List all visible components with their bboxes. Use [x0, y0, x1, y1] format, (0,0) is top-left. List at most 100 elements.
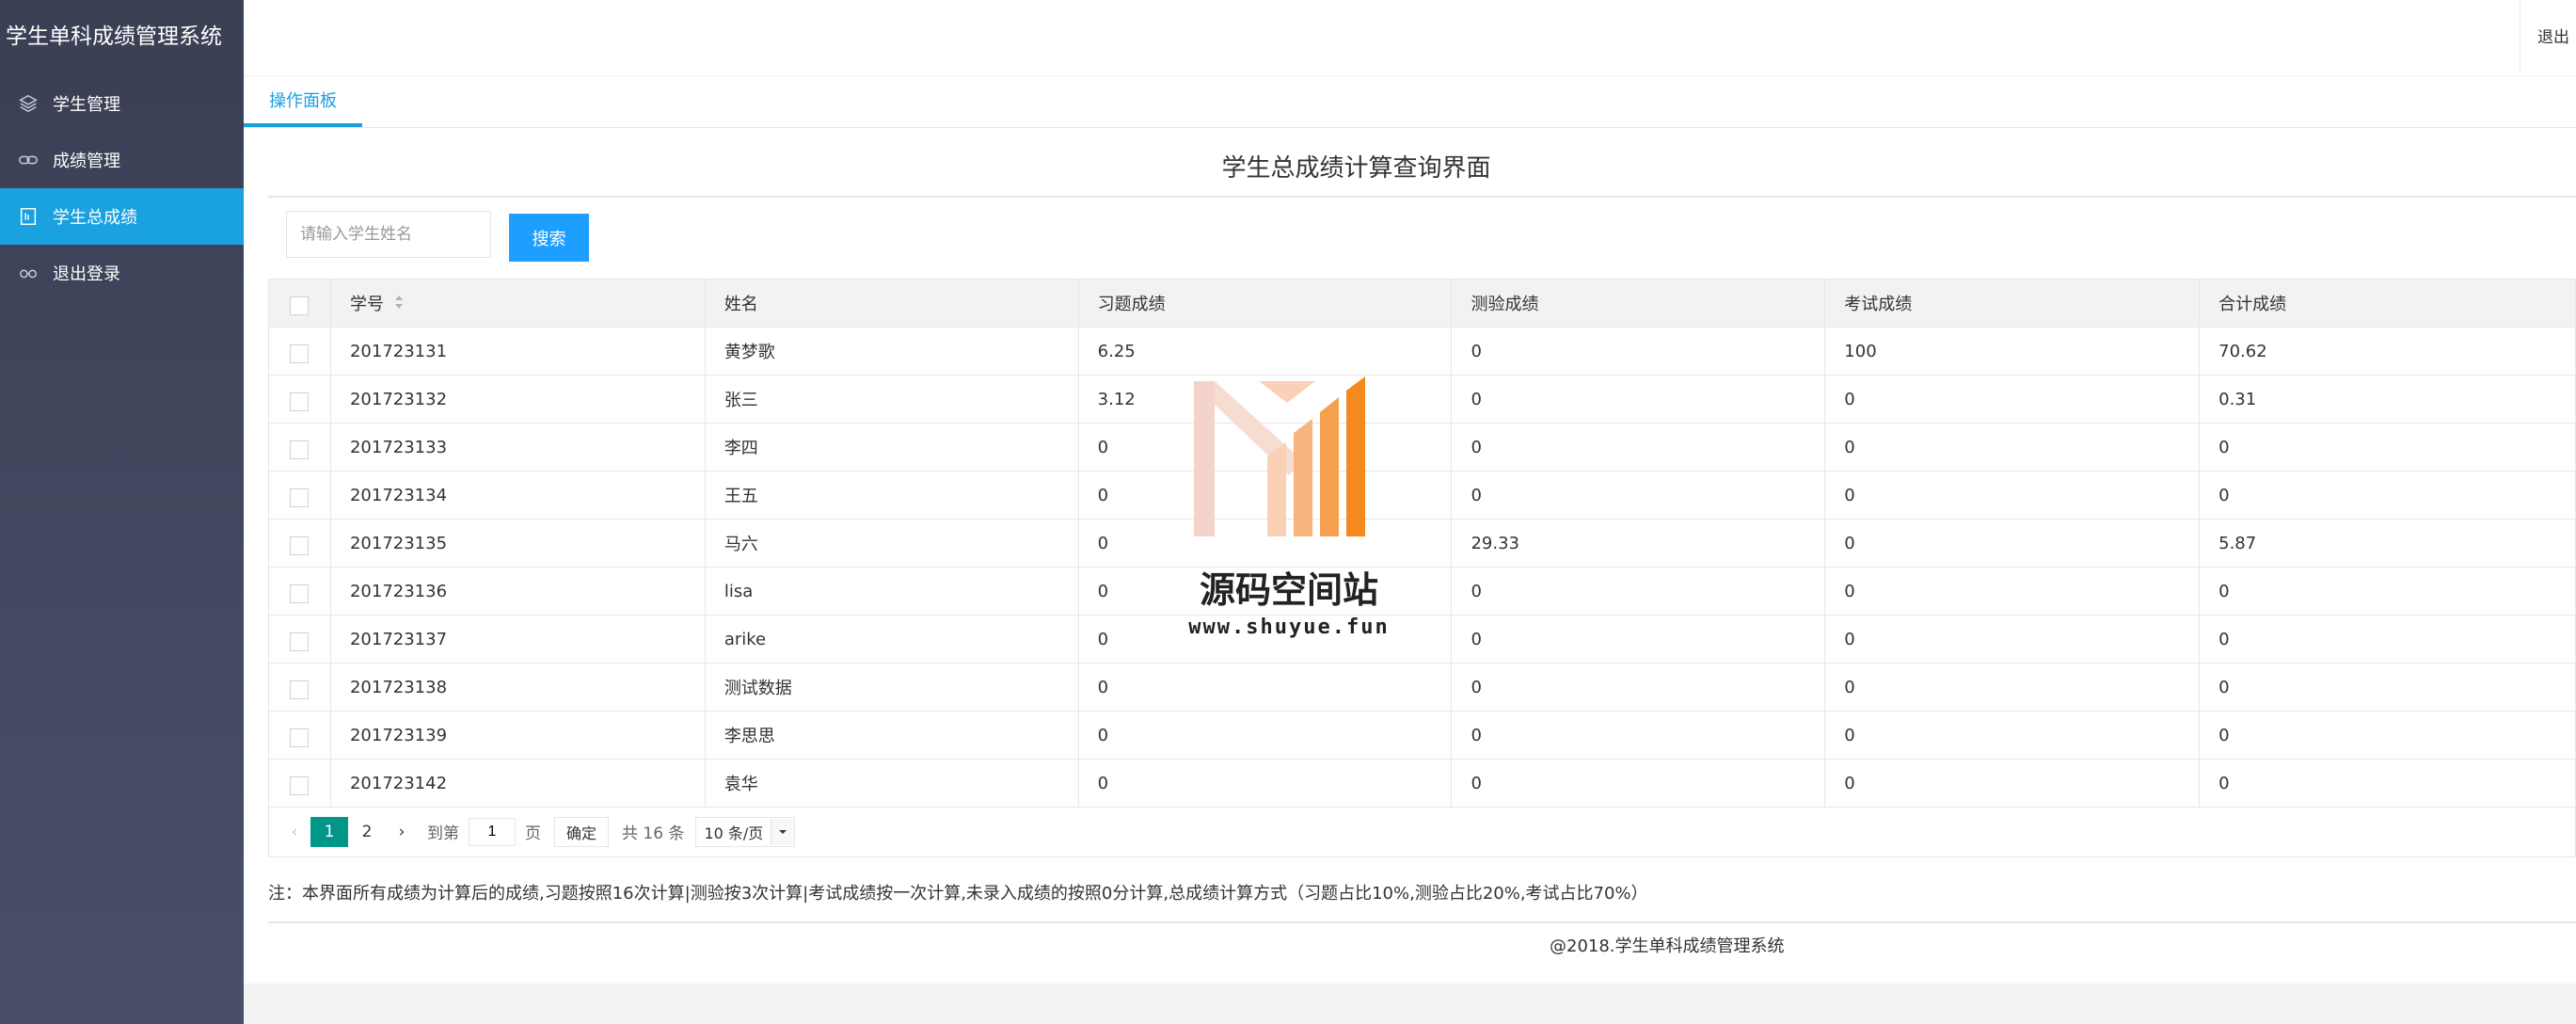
- sidebar-item-total-score[interactable]: 学生总成绩: [0, 188, 244, 245]
- cell-name: 李四: [704, 423, 1079, 472]
- cell-student-id: 201723134: [329, 471, 706, 520]
- cell-name: 测试数据: [704, 663, 1079, 712]
- table-row[interactable]: 201723132 张三 3.12 0 0 0.31: [268, 375, 2576, 424]
- row-checkbox[interactable]: [290, 728, 310, 747]
- column-header-quiz-score: 测验成绩: [1451, 279, 1826, 328]
- cell-name: 张三: [704, 375, 1079, 424]
- row-checkbox[interactable]: [290, 584, 310, 603]
- cell-exam-score: 0: [1824, 567, 2201, 616]
- cell-quiz-score: 0: [1451, 711, 1826, 760]
- cell-total-score: 0: [2199, 471, 2576, 520]
- row-checkbox[interactable]: [290, 536, 310, 555]
- tab-operation-panel[interactable]: 操作面板: [244, 76, 362, 127]
- sidebar-item-label: 学生管理: [53, 95, 120, 115]
- top-header: 退出: [244, 0, 2576, 76]
- sidebar-item-label: 学生总成绩: [53, 208, 137, 228]
- page-size-select[interactable]: 10 条/页: [695, 816, 796, 847]
- cell-quiz-score: 0: [1451, 423, 1826, 472]
- cell-student-id: 201723138: [329, 663, 706, 712]
- chevron-down-icon: [771, 818, 795, 845]
- page-2-button[interactable]: 2: [348, 817, 386, 847]
- cell-exam-score: 0: [1824, 663, 2201, 712]
- cell-total-score: 0: [2199, 423, 2576, 472]
- table-row[interactable]: 201723136 lisa 0 0 0 0: [268, 567, 2576, 616]
- goto-label: 到第: [427, 824, 459, 843]
- page-size-value: 10 条/页: [704, 824, 764, 842]
- row-checkbox[interactable]: [290, 680, 310, 699]
- cell-quiz-score: 0: [1451, 663, 1826, 712]
- next-page-button[interactable]: ›: [386, 823, 418, 841]
- row-select-cell: [268, 423, 331, 472]
- header-logout-link[interactable]: 退出: [2520, 0, 2576, 75]
- table-row[interactable]: 201723139 李思思 0 0 0 0: [268, 711, 2576, 760]
- cell-exercise-score: 0: [1077, 423, 1453, 472]
- search-button[interactable]: 搜索: [509, 214, 589, 262]
- sidebar-item-logout[interactable]: 退出登录: [0, 245, 244, 301]
- row-checkbox[interactable]: [290, 776, 310, 795]
- goto-confirm-button[interactable]: 确定: [554, 816, 610, 847]
- cell-student-id: 201723135: [329, 519, 706, 568]
- cell-exercise-score: 0: [1077, 471, 1453, 520]
- main-content: 学生总成绩计算查询界面 搜索 学号 姓名 习题成绩 测验成绩 考试成绩 合计成绩: [244, 128, 2576, 984]
- column-header-student-id[interactable]: 学号: [329, 279, 706, 328]
- sidebar-nav: 学生管理 成绩管理 学生总成绩 退出登录: [0, 75, 244, 301]
- row-checkbox[interactable]: [290, 440, 310, 459]
- cell-name: lisa: [704, 567, 1079, 616]
- cell-exam-score: 0: [1824, 615, 2201, 664]
- layers-icon: [17, 92, 40, 115]
- goto-page-input[interactable]: [469, 817, 516, 846]
- table-row[interactable]: 201723142 袁华 0 0 0 0: [268, 759, 2576, 808]
- app-title: 学生单科成绩管理系统: [6, 24, 222, 49]
- cell-exercise-score: 0: [1077, 663, 1453, 712]
- page-title: 学生总成绩计算查询界面: [268, 128, 2576, 198]
- prev-page-button[interactable]: ‹: [278, 823, 310, 841]
- cell-name: 黄梦歌: [704, 327, 1079, 376]
- cell-student-id: 201723132: [329, 375, 706, 424]
- cell-student-id: 201723136: [329, 567, 706, 616]
- total-count: 共 16 条: [622, 824, 685, 843]
- table-row[interactable]: 201723131 黄梦歌 6.25 0 100 70.62: [268, 327, 2576, 376]
- table-row[interactable]: 201723135 马六 0 29.33 0 5.87: [268, 519, 2576, 568]
- cell-quiz-score: 0: [1451, 471, 1826, 520]
- cell-name: 李思思: [704, 711, 1079, 760]
- cell-quiz-score: 0: [1451, 615, 1826, 664]
- row-checkbox[interactable]: [290, 344, 310, 363]
- page-unit-label: 页: [525, 824, 541, 843]
- cell-student-id: 201723137: [329, 615, 706, 664]
- sidebar-item-student-management[interactable]: 学生管理: [0, 75, 244, 132]
- table-header-row: 学号 姓名 习题成绩 测验成绩 考试成绩 合计成绩: [268, 279, 2576, 328]
- cell-exam-score: 0: [1824, 519, 2201, 568]
- cell-total-score: 0: [2199, 711, 2576, 760]
- sidebar-item-score-management[interactable]: 成绩管理: [0, 132, 244, 188]
- cell-student-id: 201723133: [329, 423, 706, 472]
- row-checkbox[interactable]: [290, 392, 310, 411]
- row-select-cell: [268, 519, 331, 568]
- search-input[interactable]: [286, 211, 491, 258]
- cell-name: 马六: [704, 519, 1079, 568]
- cell-exam-score: 0: [1824, 471, 2201, 520]
- cell-total-score: 0: [2199, 663, 2576, 712]
- row-select-cell: [268, 327, 331, 376]
- table-row[interactable]: 201723137 arike 0 0 0 0: [268, 615, 2576, 664]
- report-icon: [17, 205, 40, 228]
- cell-exam-score: 0: [1824, 423, 2201, 472]
- divider: [268, 921, 2576, 923]
- select-all-checkbox[interactable]: [290, 296, 310, 315]
- copyright: @2018.学生单科成绩管理系统: [1550, 936, 1785, 956]
- cell-exercise-score: 0: [1077, 615, 1453, 664]
- page-1-button[interactable]: 1: [310, 816, 348, 847]
- row-checkbox[interactable]: [290, 632, 310, 651]
- sort-icon[interactable]: [393, 294, 405, 315]
- cell-exercise-score: 0: [1077, 711, 1453, 760]
- select-all-cell: [268, 279, 331, 328]
- table-row[interactable]: 201723138 测试数据 0 0 0 0: [268, 663, 2576, 712]
- cell-exercise-score: 3.12: [1077, 375, 1453, 424]
- cell-name: 王五: [704, 471, 1079, 520]
- row-checkbox[interactable]: [290, 488, 310, 507]
- cell-quiz-score: 0: [1451, 759, 1826, 808]
- table-row[interactable]: 201723134 王五 0 0 0 0: [268, 471, 2576, 520]
- calculation-note: 注：本界面所有成绩为计算后的成绩,习题按照16次计算|测验按3次计算|考试成绩按…: [268, 884, 1648, 904]
- sidebar: 学生单科成绩管理系统 学生管理 成绩管理 学生总成绩 退出登录: [0, 0, 244, 1024]
- table-row[interactable]: 201723133 李四 0 0 0 0: [268, 423, 2576, 472]
- cell-exam-score: 0: [1824, 711, 2201, 760]
